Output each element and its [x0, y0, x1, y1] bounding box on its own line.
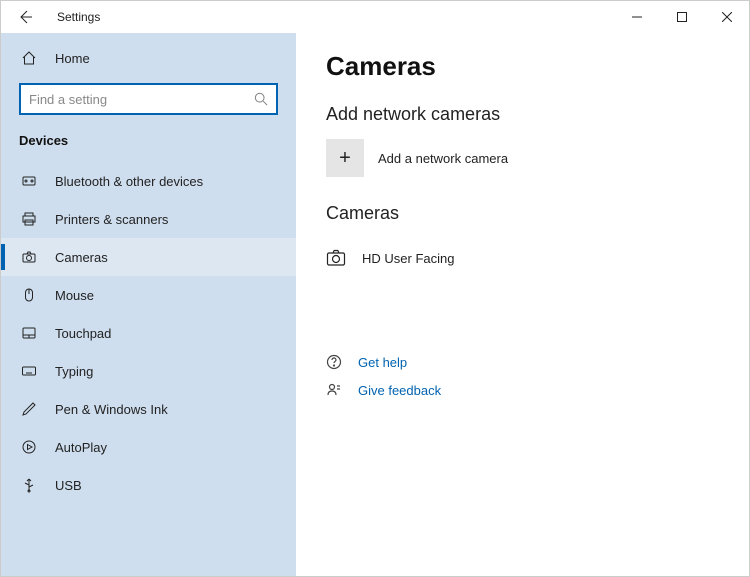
sidebar-item-autoplay[interactable]: AutoPlay [1, 428, 296, 466]
minimize-button[interactable] [614, 2, 659, 32]
close-icon [722, 12, 732, 22]
sidebar-item-label: Touchpad [55, 326, 111, 341]
sidebar-item-typing[interactable]: Typing [1, 352, 296, 390]
sidebar-section-label: Devices [1, 125, 296, 162]
sidebar-item-label: Bluetooth & other devices [55, 174, 203, 189]
add-cameras-heading: Add network cameras [326, 104, 719, 125]
sidebar-item-pen[interactable]: Pen & Windows Ink [1, 390, 296, 428]
get-help-label: Get help [358, 355, 407, 370]
give-feedback-link[interactable]: Give feedback [326, 376, 719, 404]
sidebar-home[interactable]: Home [1, 39, 296, 77]
cameras-heading: Cameras [326, 203, 719, 224]
help-section: Get help Give feedback [326, 348, 719, 404]
sidebar-item-label: Pen & Windows Ink [55, 402, 168, 417]
search-input[interactable] [29, 92, 254, 107]
sidebar-item-label: AutoPlay [55, 440, 107, 455]
sidebar-item-mouse[interactable]: Mouse [1, 276, 296, 314]
window-controls [614, 2, 749, 32]
autoplay-icon [19, 439, 39, 455]
sidebar-item-usb[interactable]: USB [1, 466, 296, 504]
titlebar: Settings [1, 1, 749, 33]
printer-icon [19, 211, 39, 227]
back-button[interactable] [11, 3, 39, 31]
sidebar-item-label: Mouse [55, 288, 94, 303]
bluetooth-icon [19, 173, 39, 189]
search-box[interactable] [19, 83, 278, 115]
camera-icon [326, 249, 348, 267]
sidebar-item-label: USB [55, 478, 82, 493]
sidebar-item-printers[interactable]: Printers & scanners [1, 200, 296, 238]
minimize-icon [632, 12, 642, 22]
feedback-icon [326, 382, 348, 398]
close-button[interactable] [704, 2, 749, 32]
mouse-icon [19, 287, 39, 303]
sidebar-item-touchpad[interactable]: Touchpad [1, 314, 296, 352]
add-network-camera-label: Add a network camera [378, 151, 508, 166]
usb-icon [19, 477, 39, 493]
maximize-button[interactable] [659, 2, 704, 32]
maximize-icon [677, 12, 687, 22]
content-area: Cameras Add network cameras + Add a netw… [296, 33, 749, 576]
search-container [1, 77, 296, 125]
app-title: Settings [57, 10, 100, 24]
touchpad-icon [19, 325, 39, 341]
get-help-link[interactable]: Get help [326, 348, 719, 376]
sidebar-item-cameras[interactable]: Cameras [1, 238, 296, 276]
give-feedback-label: Give feedback [358, 383, 441, 398]
sidebar-nav: Bluetooth & other devices Printers & sca… [1, 162, 296, 576]
help-icon [326, 354, 348, 370]
sidebar-home-label: Home [55, 51, 90, 66]
body: Home Devices Bluetooth & other devices [1, 33, 749, 576]
sidebar-item-label: Typing [55, 364, 93, 379]
sidebar-item-bluetooth[interactable]: Bluetooth & other devices [1, 162, 296, 200]
camera-item-label: HD User Facing [362, 251, 454, 266]
settings-window: Settings Home [0, 0, 750, 577]
sidebar: Home Devices Bluetooth & other devices [1, 33, 296, 576]
keyboard-icon [19, 363, 39, 379]
sidebar-item-label: Printers & scanners [55, 212, 168, 227]
add-network-camera-button[interactable]: + Add a network camera [326, 139, 719, 177]
home-icon [19, 50, 39, 66]
camera-list-item[interactable]: HD User Facing [326, 238, 719, 278]
plus-icon: + [326, 139, 364, 177]
page-title: Cameras [326, 51, 719, 82]
sidebar-item-label: Cameras [55, 250, 108, 265]
camera-icon [19, 249, 39, 265]
pen-icon [19, 401, 39, 417]
search-icon [254, 92, 268, 106]
arrow-left-icon [17, 9, 33, 25]
